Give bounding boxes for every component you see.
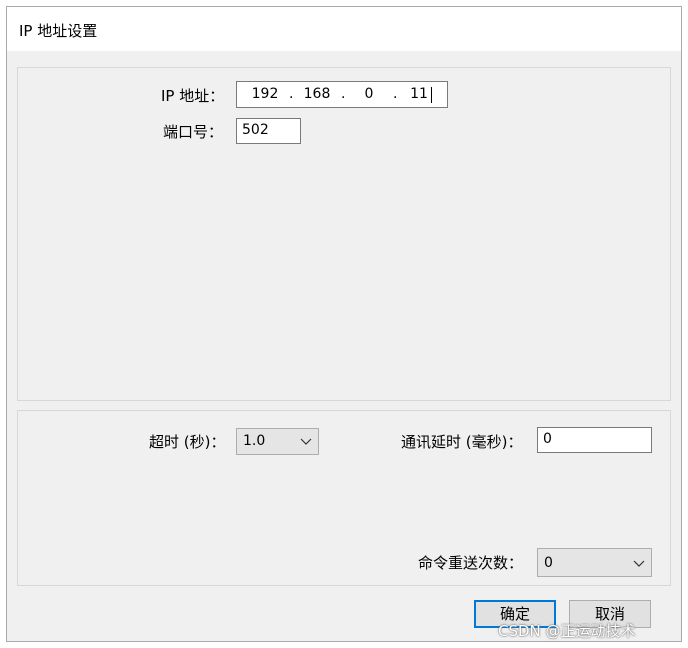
timeout-label: 超时 (秒)：	[149, 433, 226, 451]
connection-group	[17, 67, 671, 401]
timeout-value: 1.0	[243, 433, 266, 449]
chevron-down-icon	[633, 560, 645, 567]
watermark: CSDN @正运动技术	[498, 622, 636, 640]
delay-input[interactable]: 0	[537, 427, 652, 453]
timeout-select[interactable]: 1.0	[236, 428, 319, 455]
text-caret	[431, 87, 432, 103]
chevron-down-icon	[300, 438, 312, 445]
retry-label: 命令重送次数：	[418, 554, 524, 572]
port-label: 端口号：	[163, 123, 224, 141]
retry-value: 0	[544, 555, 553, 571]
ip-segment-3[interactable]: 0	[351, 82, 387, 107]
ip-segment-4[interactable]: 11	[407, 82, 431, 107]
ip-separator: .	[341, 86, 346, 102]
ip-separator: .	[289, 86, 294, 102]
ip-segment-1[interactable]: 192	[247, 82, 283, 107]
retry-select[interactable]: 0	[537, 548, 652, 577]
title-bar: IP 地址设置	[7, 7, 681, 51]
ip-separator: .	[393, 86, 398, 102]
port-input[interactable]: 502	[236, 118, 301, 144]
ip-label: IP 地址：	[161, 87, 225, 105]
ip-settings-dialog: IP 地址设置 IP 地址： 192 . 168 . 0 . 11 端口号： 5…	[6, 6, 682, 642]
delay-label: 通讯延时 (毫秒)：	[401, 433, 523, 451]
dialog-title: IP 地址设置	[19, 22, 98, 40]
ip-address-input[interactable]: 192 . 168 . 0 . 11	[236, 81, 448, 108]
ip-segment-2[interactable]: 168	[299, 82, 335, 107]
